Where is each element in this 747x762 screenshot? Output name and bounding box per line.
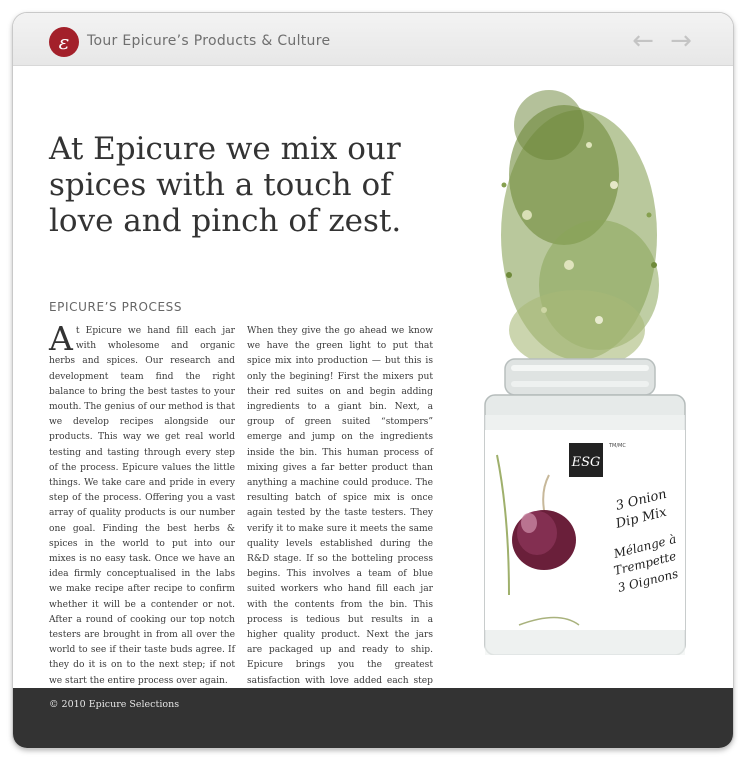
- label-trademark: TM/MC: [608, 443, 626, 449]
- drop-cap: A: [49, 319, 73, 358]
- page-frame: ε Tour Epicure’s Products & Culture ← → …: [13, 13, 733, 748]
- prev-arrow-icon[interactable]: ←: [629, 27, 657, 55]
- process-text-2: When they give the go ahead we know we h…: [247, 326, 433, 701]
- process-text-1: t Epicure we hand fill each jar with who…: [49, 326, 235, 686]
- process-column-2: When they give the go ahead we know we h…: [247, 324, 433, 704]
- herb-cloud: [501, 90, 659, 370]
- header-bar: ε Tour Epicure’s Products & Culture ← →: [13, 13, 733, 66]
- label-monogram: ESG: [571, 455, 601, 470]
- page-headline: At Epicure we mix our spices with a touc…: [49, 131, 402, 239]
- next-arrow-icon[interactable]: →: [667, 27, 695, 55]
- jar-body: ESG TM/MC 3 Onion Dip Mix Mélange à Trem…: [484, 394, 686, 655]
- section-heading: EPICURE’S PROCESS: [49, 300, 183, 314]
- jar-lid: [504, 358, 656, 396]
- copyright-text: © 2010 Epicure Selections: [49, 699, 180, 710]
- spice-jar-image: ESG TM/MC 3 Onion Dip Mix Mélange à Trem…: [484, 90, 686, 655]
- header-title[interactable]: Tour Epicure’s Products & Culture: [87, 33, 330, 49]
- epicure-logo[interactable]: ε: [49, 27, 79, 57]
- process-column-1: At Epicure we hand fill each jar with wh…: [49, 319, 235, 689]
- footer-bar: © 2010 Epicure Selections: [13, 688, 733, 748]
